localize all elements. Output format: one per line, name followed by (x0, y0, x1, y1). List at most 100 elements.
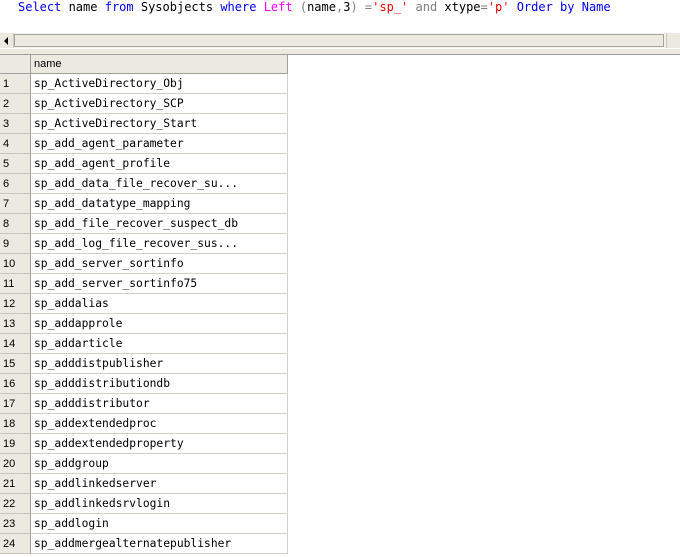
row-number-header[interactable]: 11 (0, 274, 31, 294)
sql-token: where (220, 0, 257, 14)
table-row[interactable]: 14 sp_addarticle (0, 334, 288, 354)
row-number-header[interactable]: 1 (0, 74, 31, 94)
row-number-header[interactable]: 7 (0, 194, 31, 214)
sql-token: name (307, 0, 336, 14)
table-row[interactable]: 23 sp_addlogin (0, 514, 288, 534)
table-row[interactable]: 6 sp_add_data_file_recover_su... (0, 174, 288, 194)
name-cell[interactable]: sp_adddistpublisher (31, 354, 288, 374)
sql-token: xtype (437, 0, 481, 14)
scroll-right-button[interactable] (666, 33, 680, 48)
sql-token: Select (18, 0, 62, 14)
name-cell[interactable]: sp_add_file_recover_suspect_db (31, 214, 288, 234)
table-row[interactable]: 11 sp_add_server_sortinfo75 (0, 274, 288, 294)
name-cell[interactable]: sp_ActiveDirectory_Start (31, 114, 288, 134)
row-number-header[interactable]: 12 (0, 294, 31, 314)
scrollbar-thumb[interactable] (14, 34, 664, 47)
column-header-name[interactable]: name (31, 55, 288, 74)
grid-corner-cell[interactable] (0, 55, 31, 74)
row-number-header[interactable]: 2 (0, 94, 31, 114)
table-row[interactable]: 7 sp_add_datatype_mapping (0, 194, 288, 214)
name-cell[interactable]: sp_addextendedproperty (31, 434, 288, 454)
row-number-header[interactable]: 22 (0, 494, 31, 514)
row-number-header[interactable]: 4 (0, 134, 31, 154)
name-cell[interactable]: sp_addalias (31, 294, 288, 314)
table-row[interactable]: 21 sp_addlinkedserver (0, 474, 288, 494)
table-row[interactable]: 24 sp_addmergealternatepublisher (0, 534, 288, 554)
row-number-header[interactable]: 19 (0, 434, 31, 454)
name-cell[interactable]: sp_addarticle (31, 334, 288, 354)
row-number-header[interactable]: 20 (0, 454, 31, 474)
table-row[interactable]: 13 sp_addapprole (0, 314, 288, 334)
editor-horizontal-scrollbar[interactable] (0, 32, 680, 48)
name-cell[interactable]: sp_add_server_sortinfo (31, 254, 288, 274)
table-row[interactable]: 1 sp_ActiveDirectory_Obj (0, 74, 288, 94)
sql-token: name (61, 0, 105, 14)
name-cell[interactable]: sp_addlogin (31, 514, 288, 534)
table-row[interactable]: 19 sp_addextendedproperty (0, 434, 288, 454)
name-cell[interactable]: sp_addlinkedsrvlogin (31, 494, 288, 514)
query-editor[interactable]: Select name from Sysobjects where Left (… (0, 0, 680, 32)
name-cell[interactable]: sp_add_server_sortinfo75 (31, 274, 288, 294)
name-cell[interactable]: sp_add_log_file_recover_sus... (31, 234, 288, 254)
row-number-header[interactable]: 6 (0, 174, 31, 194)
name-cell[interactable]: sp_adddistributiondb (31, 374, 288, 394)
sql-token: ) (350, 0, 358, 14)
table-row[interactable]: 5 sp_add_agent_profile (0, 154, 288, 174)
row-number-header[interactable]: 3 (0, 114, 31, 134)
results-grid[interactable]: name 1 sp_ActiveDirectory_Obj 2 sp_ActiveDi… (0, 55, 680, 557)
name-cell[interactable]: sp_add_data_file_recover_su... (31, 174, 288, 194)
row-number-header[interactable]: 15 (0, 354, 31, 374)
name-cell[interactable]: sp_adddistributor (31, 394, 288, 414)
row-number-header[interactable]: 14 (0, 334, 31, 354)
table-row[interactable]: 4 sp_add_agent_parameter (0, 134, 288, 154)
row-number-header[interactable]: 18 (0, 414, 31, 434)
table-row[interactable]: 2 sp_ActiveDirectory_SCP (0, 94, 288, 114)
pane-splitter[interactable] (0, 48, 680, 55)
name-cell[interactable]: sp_addapprole (31, 314, 288, 334)
row-number-header[interactable]: 17 (0, 394, 31, 414)
table-row[interactable]: 18 sp_addextendedproc (0, 414, 288, 434)
sql-token: Name (574, 0, 611, 14)
row-number-header[interactable]: 16 (0, 374, 31, 394)
table-row[interactable]: 10 sp_add_server_sortinfo (0, 254, 288, 274)
name-cell[interactable]: sp_ActiveDirectory_Obj (31, 74, 288, 94)
name-cell[interactable]: sp_addgroup (31, 454, 288, 474)
name-cell[interactable]: sp_add_datatype_mapping (31, 194, 288, 214)
row-number-header[interactable]: 21 (0, 474, 31, 494)
table-row[interactable]: 12 sp_addalias (0, 294, 288, 314)
sql-query-text[interactable]: Select name from Sysobjects where Left (… (18, 0, 611, 16)
name-cell[interactable]: sp_add_agent_profile (31, 154, 288, 174)
sql-token: = (480, 0, 488, 14)
row-number-header[interactable]: 23 (0, 514, 31, 534)
table-row[interactable]: 15 sp_adddistpublisher (0, 354, 288, 374)
row-number-header[interactable]: 10 (0, 254, 31, 274)
sql-token: Order by (516, 0, 575, 14)
sql-token: Sysobjects (133, 0, 221, 14)
sql-token: Left (263, 0, 293, 14)
row-number-header[interactable]: 8 (0, 214, 31, 234)
table-row[interactable]: 16 sp_adddistributiondb (0, 374, 288, 394)
name-cell[interactable]: sp_addmergealternatepublisher (31, 534, 288, 554)
name-cell[interactable]: sp_add_agent_parameter (31, 134, 288, 154)
name-cell[interactable]: sp_ActiveDirectory_SCP (31, 94, 288, 114)
table-row[interactable]: 20 sp_addgroup (0, 454, 288, 474)
sql-token: ( (299, 0, 308, 14)
scroll-left-button[interactable] (0, 33, 14, 48)
row-number-header[interactable]: 9 (0, 234, 31, 254)
sql-token: 'sp_' (372, 0, 409, 14)
row-number-header[interactable]: 24 (0, 534, 31, 554)
table-row[interactable]: 9 sp_add_log_file_recover_sus... (0, 234, 288, 254)
name-cell[interactable]: sp_addextendedproc (31, 414, 288, 434)
table-row[interactable]: 3 sp_ActiveDirectory_Start (0, 114, 288, 134)
row-number-header[interactable]: 13 (0, 314, 31, 334)
sql-token: and (415, 0, 438, 14)
table-row[interactable]: 17 sp_adddistributor (0, 394, 288, 414)
table-row[interactable]: 8 sp_add_file_recover_suspect_db (0, 214, 288, 234)
name-cell[interactable]: sp_addlinkedserver (31, 474, 288, 494)
row-number-header[interactable]: 5 (0, 154, 31, 174)
table-row[interactable]: 22 sp_addlinkedsrvlogin (0, 494, 288, 514)
